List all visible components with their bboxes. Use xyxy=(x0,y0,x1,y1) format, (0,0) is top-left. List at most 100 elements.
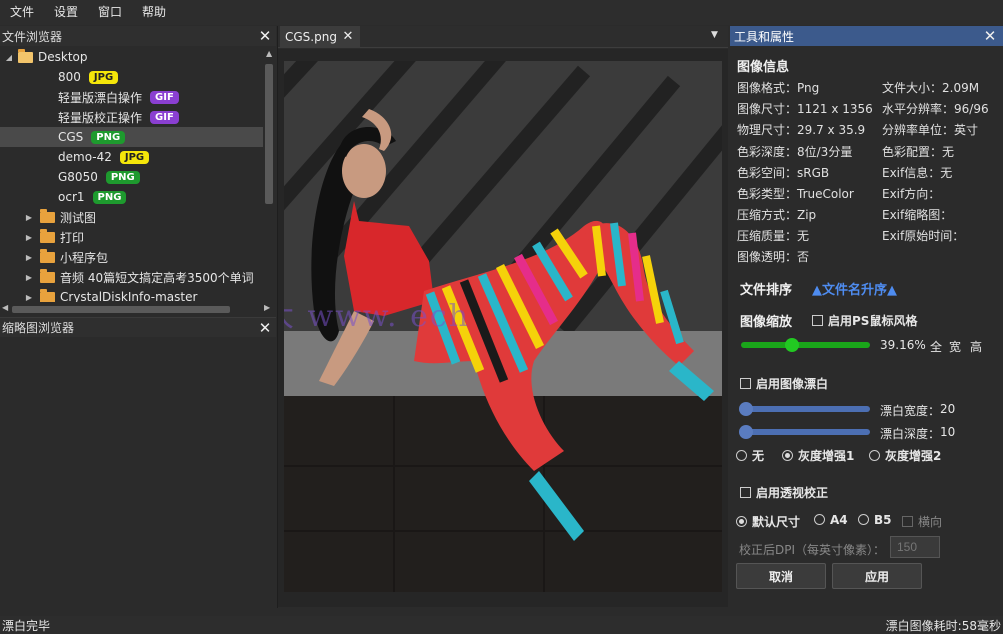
expand-icon[interactable]: ▶ xyxy=(24,253,34,262)
props-close-icon[interactable]: ✕ xyxy=(983,29,997,44)
status-bar: 漂白完毕 漂白图像耗时:58毫秒 xyxy=(0,616,1003,634)
perspective-checkbox[interactable]: 启用透视校正 xyxy=(740,484,828,501)
bleach-width-handle[interactable] xyxy=(739,402,753,416)
zoom-label: 图像缩放 xyxy=(740,315,793,330)
file-type-badge: PNG xyxy=(105,170,140,184)
tab-cgs[interactable]: CGS.png ✕ xyxy=(280,26,360,48)
file-browser-close-icon[interactable]: ✕ xyxy=(258,29,272,44)
folder-name: 音频 40篇短文搞定高考3500个单词 xyxy=(60,270,254,285)
folder-item[interactable]: ▶ 打印 xyxy=(0,227,263,247)
size-b5-radio[interactable]: B5 xyxy=(858,513,892,527)
scrollbar-thumb[interactable] xyxy=(265,64,273,204)
expand-icon[interactable]: ▶ xyxy=(24,213,34,222)
folder-item[interactable]: ▶ 音频 40篇短文搞定高考3500个单词 xyxy=(0,267,263,287)
folder-item[interactable]: ▶ 测试图 xyxy=(0,207,263,227)
radio-selected-icon[interactable] xyxy=(782,450,793,461)
zoom-fit-width-button[interactable]: 宽 xyxy=(949,338,961,355)
file-item[interactable]: 800 JPG xyxy=(0,67,263,87)
gray-enhance1-radio[interactable]: 灰度增强1 xyxy=(782,447,854,464)
zoom-fit-height-button[interactable]: 高 xyxy=(970,338,982,355)
cancel-button[interactable]: 取消 xyxy=(736,563,826,589)
info-exif: Exif信息：无 xyxy=(882,166,953,180)
file-item-selected[interactable]: CGS PNG xyxy=(0,127,263,147)
bleach-depth-slider[interactable] xyxy=(741,429,870,435)
bleach-width-slider[interactable] xyxy=(741,406,870,412)
sort-order-toggle[interactable]: ▲文件名升序▲ xyxy=(812,279,897,298)
info-filesize: 文件大小：2.09M xyxy=(882,81,980,95)
info-exif-thumb: Exif缩略图： xyxy=(882,208,953,222)
info-transparent: 图像透明：否 xyxy=(737,250,810,264)
zoom-percent: 39.16% xyxy=(880,338,926,352)
thumbnail-area xyxy=(0,338,276,608)
ps-mouse-checkbox[interactable]: 启用PS鼠标风格 xyxy=(812,312,917,329)
zoom-slider[interactable] xyxy=(741,342,870,348)
ps-mouse-label: 启用PS鼠标风格 xyxy=(828,314,918,328)
status-timing: 漂白图像耗时:58毫秒 xyxy=(885,619,1001,633)
checkbox-icon[interactable] xyxy=(902,516,913,527)
info-physical: 物理尺寸：29.7 x 35.9 xyxy=(737,123,866,137)
radio-icon[interactable] xyxy=(736,450,747,461)
folder-item[interactable]: ▶ CrystalDiskInfo-master xyxy=(0,287,263,302)
tree-horizontal-scrollbar[interactable]: ◀ ▶ xyxy=(0,303,276,315)
tree-vertical-scrollbar[interactable] xyxy=(264,62,274,302)
tab-close-icon[interactable]: ✕ xyxy=(341,30,355,44)
collapse-icon[interactable]: ◢ xyxy=(4,53,14,62)
bleach-depth-label: 漂白深度： xyxy=(880,427,941,441)
landscape-checkbox[interactable]: 横向 xyxy=(902,513,942,530)
file-item[interactable]: 轻量版校正操作 GIF xyxy=(0,107,263,127)
bleach-width-label: 漂白宽度： xyxy=(880,404,941,418)
dpi-label: 校正后DPI（每英寸像素）： xyxy=(739,543,886,557)
gray-enhance2-radio[interactable]: 灰度增强2 xyxy=(869,447,941,464)
checkbox-icon[interactable] xyxy=(812,315,823,326)
info-size: 图像尺寸：1121 x 1356 xyxy=(737,102,873,116)
file-item[interactable]: 轻量版漂白操作 GIF xyxy=(0,87,263,107)
radio-icon[interactable] xyxy=(869,450,880,461)
gray-none-radio[interactable]: 无 xyxy=(736,447,764,464)
scroll-left-arrow-icon[interactable]: ◀ xyxy=(2,303,8,312)
info-compression: 压缩方式：Zip xyxy=(737,208,817,222)
bleach-depth-handle[interactable] xyxy=(739,425,753,439)
scroll-right-arrow-icon[interactable]: ▶ xyxy=(264,303,270,312)
file-item[interactable]: ocr1 PNG xyxy=(0,187,263,207)
menu-settings[interactable]: 设置 xyxy=(44,0,88,25)
image-canvas[interactable]: 大 www. ech xyxy=(278,49,728,607)
expand-icon[interactable]: ▶ xyxy=(24,233,34,242)
menu-window[interactable]: 窗口 xyxy=(88,0,132,25)
folder-open-icon xyxy=(18,48,33,63)
scrollbar-thumb[interactable] xyxy=(12,306,230,313)
size-default-label: 默认尺寸 xyxy=(752,515,801,529)
size-a4-radio[interactable]: A4 xyxy=(814,513,848,527)
folder-name: CrystalDiskInfo-master xyxy=(60,290,198,302)
expand-icon[interactable]: ▶ xyxy=(24,273,34,282)
file-item[interactable]: G8050 PNG xyxy=(0,167,263,187)
checkbox-icon[interactable] xyxy=(740,487,751,498)
menu-file[interactable]: 文件 xyxy=(0,0,44,25)
file-name: 轻量版校正操作 xyxy=(58,110,143,125)
radio-selected-icon[interactable] xyxy=(736,516,747,527)
file-type-badge: GIF xyxy=(150,90,179,104)
info-colortype: 色彩类型：TrueColor xyxy=(737,187,854,201)
scroll-up-arrow-icon[interactable]: ▲ xyxy=(266,49,272,58)
file-browser-title: 文件浏览器 xyxy=(2,29,63,44)
radio-icon[interactable] xyxy=(814,514,825,525)
folder-icon xyxy=(40,208,55,223)
tab-list-dropdown-icon[interactable]: ▼ xyxy=(711,30,718,40)
folder-icon xyxy=(40,228,55,243)
radio-icon[interactable] xyxy=(858,514,869,525)
watermark-text: 大 www. ech xyxy=(284,299,470,334)
folder-item[interactable]: ▶ 小程序包 xyxy=(0,247,263,267)
zoom-slider-handle[interactable] xyxy=(784,338,799,352)
file-item[interactable]: demo-42 JPG xyxy=(0,147,263,167)
apply-button[interactable]: 应用 xyxy=(832,563,922,589)
bleach-checkbox[interactable]: 启用图像漂白 xyxy=(740,375,828,392)
thumbnail-browser-title: 缩略图浏览器 xyxy=(2,321,75,335)
dpi-input[interactable] xyxy=(890,536,940,558)
zoom-fit-full-button[interactable]: 全 xyxy=(930,338,942,355)
checkbox-icon[interactable] xyxy=(740,378,751,389)
tree-root[interactable]: ◢ Desktop xyxy=(0,47,263,67)
menu-help[interactable]: 帮助 xyxy=(132,0,176,25)
file-type-badge: JPG xyxy=(119,150,150,164)
thumbnail-browser-close-icon[interactable]: ✕ xyxy=(258,320,272,335)
expand-icon[interactable]: ▶ xyxy=(24,293,34,302)
size-default-radio[interactable]: 默认尺寸 xyxy=(736,513,800,530)
